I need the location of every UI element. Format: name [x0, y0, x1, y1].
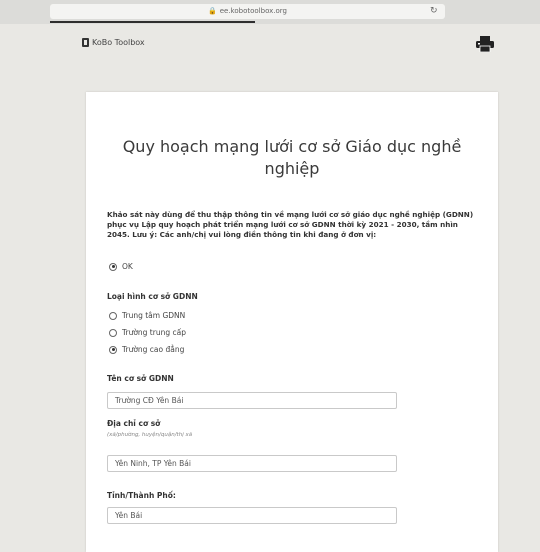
kobo-logo[interactable]: KoBo Toolbox	[82, 38, 145, 47]
question-label-name: Tên cơ sở GDNN	[107, 374, 174, 383]
app-header	[0, 24, 540, 84]
logo-text: KoBo Toolbox	[92, 38, 145, 47]
type-radio-trung-cap[interactable]	[109, 328, 117, 337]
question-label-province: Tỉnh/Thành Phố:	[107, 491, 176, 500]
printer-icon[interactable]	[476, 36, 494, 52]
address-input[interactable]: Yên Ninh, TP Yên Bái	[107, 455, 397, 472]
form-title: Quy hoạch mạng lưới cơ sở Giáo dục nghề …	[122, 137, 462, 178]
type-option-cao-dang[interactable]: Trường cao đẳng	[109, 345, 184, 354]
question-label-address: Địa chỉ cơ sở	[107, 419, 161, 428]
ok-option-label: OK	[122, 262, 133, 271]
reload-icon[interactable]: ↻	[430, 4, 438, 19]
browser-address-bar: 🔒 ee.kobotoolbox.org ↻	[0, 0, 540, 24]
url-field[interactable]: 🔒 ee.kobotoolbox.org ↻	[50, 4, 445, 19]
type-option-trung-cap[interactable]: Trường trung cấp	[109, 328, 186, 337]
type-option-label: Trường cao đẳng	[122, 345, 185, 354]
lock-icon: 🔒	[208, 7, 217, 15]
ok-radio[interactable]	[109, 262, 117, 271]
form-card: Quy hoạch mạng lưới cơ sở Giáo dục nghề …	[86, 92, 498, 552]
question-label-type: Loại hình cơ sở GDNN	[107, 292, 198, 301]
loading-progress-bar	[50, 21, 255, 23]
type-option-label: Trung tâm GDNN	[122, 311, 186, 320]
type-option-trung-tam[interactable]: Trung tâm GDNN	[109, 311, 185, 320]
form-intro-text: Khảo sát này dùng để thu thập thông tin …	[107, 210, 474, 239]
type-radio-cao-dang[interactable]	[109, 345, 117, 354]
type-option-label: Trường trung cấp	[122, 328, 186, 337]
province-input[interactable]: Yên Bái	[107, 507, 397, 524]
ok-option[interactable]: OK	[109, 262, 133, 271]
kobo-logo-icon	[82, 38, 89, 47]
url-text: ee.kobotoolbox.org	[219, 7, 287, 15]
type-radio-trung-tam[interactable]	[109, 311, 117, 320]
name-input[interactable]: Trường CĐ Yên Bái	[107, 392, 397, 409]
address-hint: (xã/phường, huyện/quận/thị xã	[107, 432, 193, 438]
